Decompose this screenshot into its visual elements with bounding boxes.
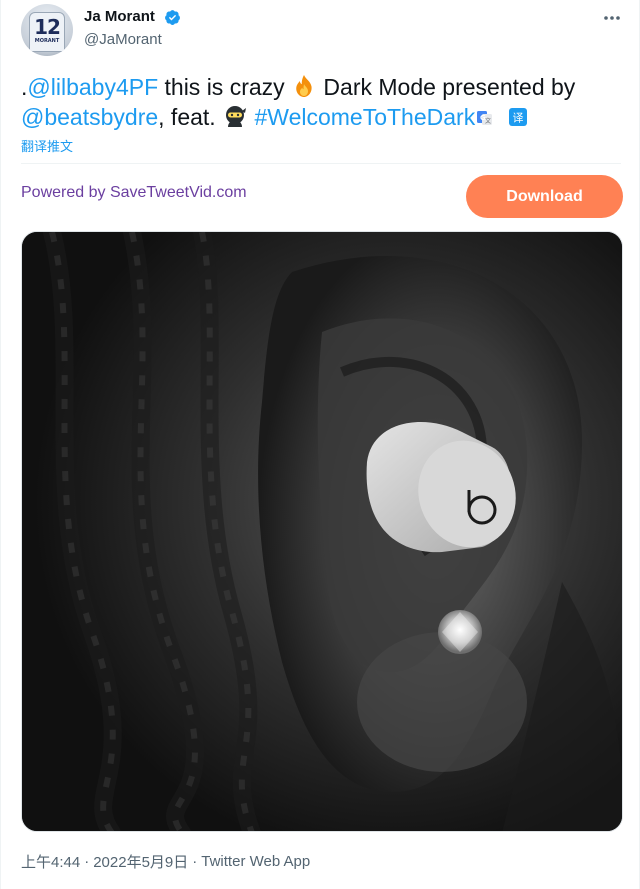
avatar-jersey: 12 MORANT — [29, 12, 65, 52]
meta-separator: · — [84, 853, 90, 870]
author-display-name[interactable]: Ja Morant — [84, 8, 155, 25]
hashtag-welcometothedark[interactable]: #WelcomeToTheDark — [254, 104, 475, 130]
divider — [21, 163, 621, 164]
ninja-emoji-icon — [226, 106, 247, 127]
mention-beatsbydre[interactable]: @beatsbydre — [21, 104, 158, 130]
author-handle[interactable]: @JaMorant — [84, 31, 162, 48]
tweet-date[interactable]: 2022年5月9日 — [93, 854, 188, 871]
meta-separator: · — [192, 853, 198, 870]
avatar-jersey-name: MORANT — [34, 38, 60, 44]
translate-badge-icon[interactable]: 译 — [509, 108, 528, 126]
tweet-card: 12 MORANT Ja Morant @JaMorant .@lilbaby4… — [0, 0, 640, 889]
powered-by-link[interactable]: Powered by SaveTweetVid.com — [21, 184, 247, 202]
svg-text:文: 文 — [485, 117, 491, 125]
fire-emoji-icon — [296, 75, 312, 97]
stud-earring — [438, 610, 482, 654]
tweet-meta: 上午4:44 · 2022年5月9日 · Twitter Web App — [21, 851, 310, 872]
translate-tweet-link[interactable]: 翻译推文 — [21, 136, 73, 155]
tweet-header: 12 MORANT Ja Morant @JaMorant — [1, 0, 639, 64]
video-frame-earbud — [22, 232, 622, 831]
tweet-text: .@lilbaby4PF this is crazy Dark Mode pre… — [21, 72, 621, 132]
download-button[interactable]: Download — [466, 175, 623, 218]
tweet-text-segment: this is crazy — [158, 74, 292, 100]
tweet-text-segment: Dark Mode presented by — [317, 74, 576, 100]
tweet-media-video[interactable] — [21, 231, 623, 832]
avatar[interactable]: 12 MORANT — [21, 4, 73, 56]
tweet-time[interactable]: 上午4:44 — [21, 854, 80, 871]
verified-badge-icon — [165, 10, 180, 25]
svg-text:译: 译 — [513, 112, 524, 125]
google-translate-icon[interactable]: G 文 — [477, 110, 493, 126]
avatar-jersey-number: 12 — [34, 15, 61, 39]
tweet-source[interactable]: Twitter Web App — [201, 853, 310, 870]
tweet-text-segment: , feat. — [158, 104, 223, 130]
more-options-icon[interactable] — [599, 8, 625, 28]
mention-lilbaby4pf[interactable]: @lilbaby4PF — [27, 74, 158, 100]
